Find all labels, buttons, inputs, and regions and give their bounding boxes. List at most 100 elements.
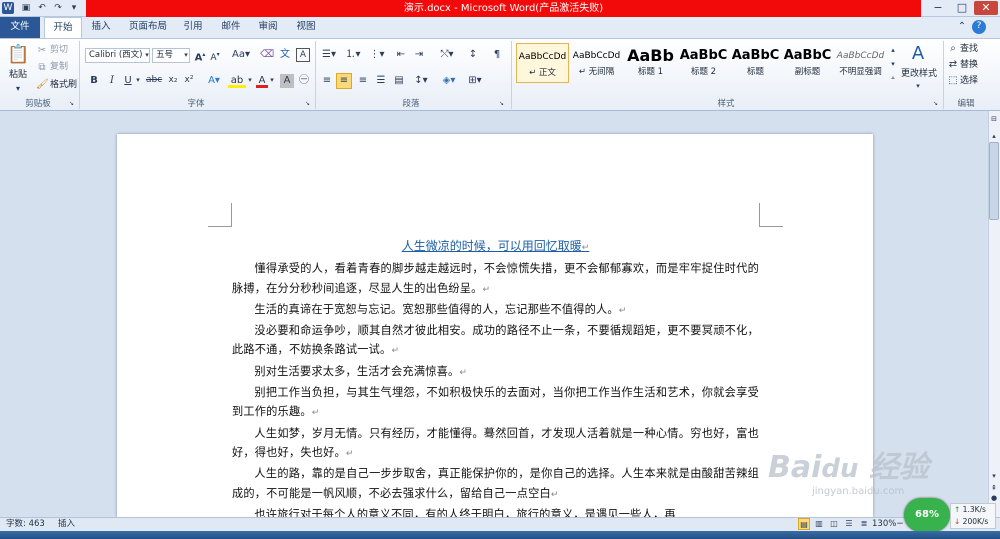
italic-icon[interactable]: I — [106, 74, 118, 88]
font-size-dropdown-icon[interactable]: ▾ — [182, 49, 190, 63]
tab-page-layout[interactable]: 页面布局 — [122, 17, 174, 38]
font-name-select[interactable]: Calibri (西文) — [85, 48, 150, 63]
style-subtitle[interactable]: AaBbC 副标题 — [781, 43, 834, 83]
tab-review[interactable]: 审阅 — [251, 17, 285, 38]
copy-icon[interactable]: ⧉ — [36, 61, 48, 75]
customize-qat-icon[interactable]: ▾ — [68, 2, 80, 14]
enclose-characters-icon[interactable]: ㊀ — [297, 74, 311, 88]
highlight-icon[interactable]: ab — [228, 74, 246, 88]
shading-icon[interactable]: ◈▾ — [440, 74, 458, 88]
full-screen-reading-icon[interactable]: ▥ — [813, 518, 825, 530]
superscript-icon[interactable]: x² — [182, 74, 196, 88]
align-left-icon[interactable]: ≡ — [320, 74, 334, 88]
paste-button[interactable]: 粘贴 — [6, 69, 30, 82]
tab-file[interactable]: 文件 — [0, 17, 40, 38]
watermark-url: jingyan.baidu.com — [812, 486, 905, 497]
insert-mode[interactable]: 插入 — [58, 518, 75, 530]
cut-icon[interactable]: ✂ — [36, 44, 48, 58]
subscript-icon[interactable]: x₂ — [166, 74, 180, 88]
line-spacing-icon[interactable]: ↕▾ — [412, 74, 430, 88]
distributed-icon[interactable]: ▤ — [392, 74, 406, 88]
show-marks-icon[interactable]: ¶ — [490, 48, 504, 62]
highlight-dropdown-icon[interactable]: ▾ — [246, 74, 254, 88]
word-app-icon[interactable]: W — [2, 2, 14, 14]
style-subtle-emphasis[interactable]: AaBbCcDd 不明显强调 — [834, 43, 887, 83]
copy-button[interactable]: 复制 — [50, 61, 68, 74]
decrease-indent-icon[interactable]: ⇤ — [394, 48, 408, 62]
font-color-dropdown-icon[interactable]: ▾ — [268, 74, 276, 88]
font-color-icon[interactable]: A — [256, 74, 268, 88]
ruler-toggle-icon[interactable]: ⊟ — [989, 113, 999, 127]
paste-dropdown-icon[interactable]: ▾ — [8, 82, 28, 96]
tab-insert[interactable]: 插入 — [84, 17, 118, 38]
shrink-font-icon[interactable]: A▾ — [208, 48, 222, 63]
change-styles-icon[interactable]: A — [906, 42, 930, 66]
cut-button[interactable]: 剪切 — [50, 44, 68, 57]
document-body[interactable]: 人生微凉的时候，可以用回忆取暖↵ 懂得承受的人，看着青春的脚步越走越远时，不会惊… — [232, 237, 759, 524]
close-button[interactable]: ✕ — [974, 1, 998, 15]
font-name-dropdown-icon[interactable]: ▾ — [143, 49, 151, 63]
align-center-icon[interactable]: ≡ — [336, 73, 352, 89]
borders-icon[interactable]: ⊞▾ — [466, 74, 484, 88]
tab-mailings[interactable]: 邮件 — [214, 17, 248, 38]
text-effects-icon[interactable]: A▾ — [206, 74, 222, 88]
web-layout-icon[interactable]: ◫ — [828, 518, 840, 530]
bullets-icon[interactable]: ☰▾ — [320, 48, 338, 62]
style-heading-2[interactable]: AaBbC 标题 2 — [677, 43, 730, 83]
multilevel-list-icon[interactable]: ⋮▾ — [368, 48, 386, 62]
strikethrough-icon[interactable]: abc — [146, 74, 162, 88]
change-case-icon[interactable]: Aa▾ — [232, 48, 250, 62]
justify-icon[interactable]: ☰ — [374, 74, 388, 88]
replace-button[interactable]: 替换 — [960, 59, 978, 72]
select-icon[interactable]: ⬚ — [947, 74, 959, 88]
find-button[interactable]: 查找 — [960, 43, 978, 56]
character-border-icon[interactable]: A — [296, 48, 310, 62]
style-normal[interactable]: AaBbCcDd ↵ 正文 — [516, 43, 569, 83]
redo-icon[interactable]: ↷ — [52, 2, 64, 14]
undo-icon[interactable]: ↶ — [36, 2, 48, 14]
increase-indent-icon[interactable]: ⇥ — [412, 48, 426, 62]
outline-view-icon[interactable]: ☰ — [843, 518, 855, 530]
grow-font-icon[interactable]: A▴ — [193, 48, 207, 63]
format-painter-button[interactable]: 格式刷 — [50, 79, 77, 92]
underline-icon[interactable]: U — [122, 74, 134, 88]
clear-formatting-icon[interactable]: ⌫ — [260, 48, 274, 62]
numbering-icon[interactable]: ⒈▾ — [344, 48, 362, 62]
scrollbar-thumb[interactable] — [989, 142, 999, 220]
paragraph: 别把工作当负担，与其生气埋怨，不如积极快乐的去面对，当你把工作当作生活和艺术，你… — [232, 383, 759, 424]
help-icon[interactable]: ? — [972, 20, 986, 34]
print-layout-icon[interactable]: ▤ — [798, 518, 810, 530]
styles-scroll-up-icon[interactable]: ▴ — [888, 44, 898, 58]
maximize-button[interactable]: □ — [950, 1, 974, 15]
style-heading-1[interactable]: AaBb 标题 1 — [624, 43, 677, 83]
sort-icon[interactable]: ↕ — [466, 48, 480, 62]
network-meter[interactable]: 68% — [904, 498, 950, 532]
zoom-out-icon[interactable]: − — [895, 518, 905, 530]
minimize-button[interactable]: − — [926, 1, 950, 15]
find-icon[interactable]: ⌕ — [947, 42, 959, 56]
paste-icon[interactable]: 📋 — [7, 42, 29, 68]
tab-home[interactable]: 开始 — [44, 17, 82, 38]
styles-more-icon[interactable]: ⩡ — [888, 72, 898, 86]
tab-references[interactable]: 引用 — [176, 17, 210, 38]
save-icon[interactable]: ▣ — [20, 2, 32, 14]
style-no-spacing[interactable]: AaBbCcDd ↵ 无间隔 — [570, 43, 623, 83]
underline-dropdown-icon[interactable]: ▾ — [134, 74, 142, 88]
format-painter-icon[interactable]: 🖌 — [36, 78, 49, 92]
phonetic-guide-icon[interactable]: 文 — [278, 48, 292, 62]
word-count[interactable]: 字数: 463 — [6, 518, 45, 530]
network-speed-panel: ↑ 1.3K/s ↓ 200K/s — [950, 503, 996, 529]
collapse-ribbon-icon[interactable]: ⌃ — [956, 20, 968, 34]
style-title[interactable]: AaBbC 标题 — [729, 43, 782, 83]
bold-icon[interactable]: B — [88, 74, 100, 88]
styles-scroll-down-icon[interactable]: ▾ — [888, 58, 898, 72]
tab-view[interactable]: 视图 — [289, 17, 323, 38]
chinese-layout-icon[interactable]: ⤲▾ — [438, 48, 456, 62]
draft-view-icon[interactable]: ≣ — [858, 518, 870, 530]
select-button[interactable]: 选择 — [960, 75, 978, 88]
character-shading-icon[interactable]: A — [280, 74, 294, 88]
change-styles-dropdown-icon[interactable]: ▾ — [913, 80, 923, 94]
replace-icon[interactable]: ⇄ — [947, 58, 959, 72]
zoom-level[interactable]: 130% — [872, 518, 896, 530]
align-right-icon[interactable]: ≡ — [356, 74, 370, 88]
